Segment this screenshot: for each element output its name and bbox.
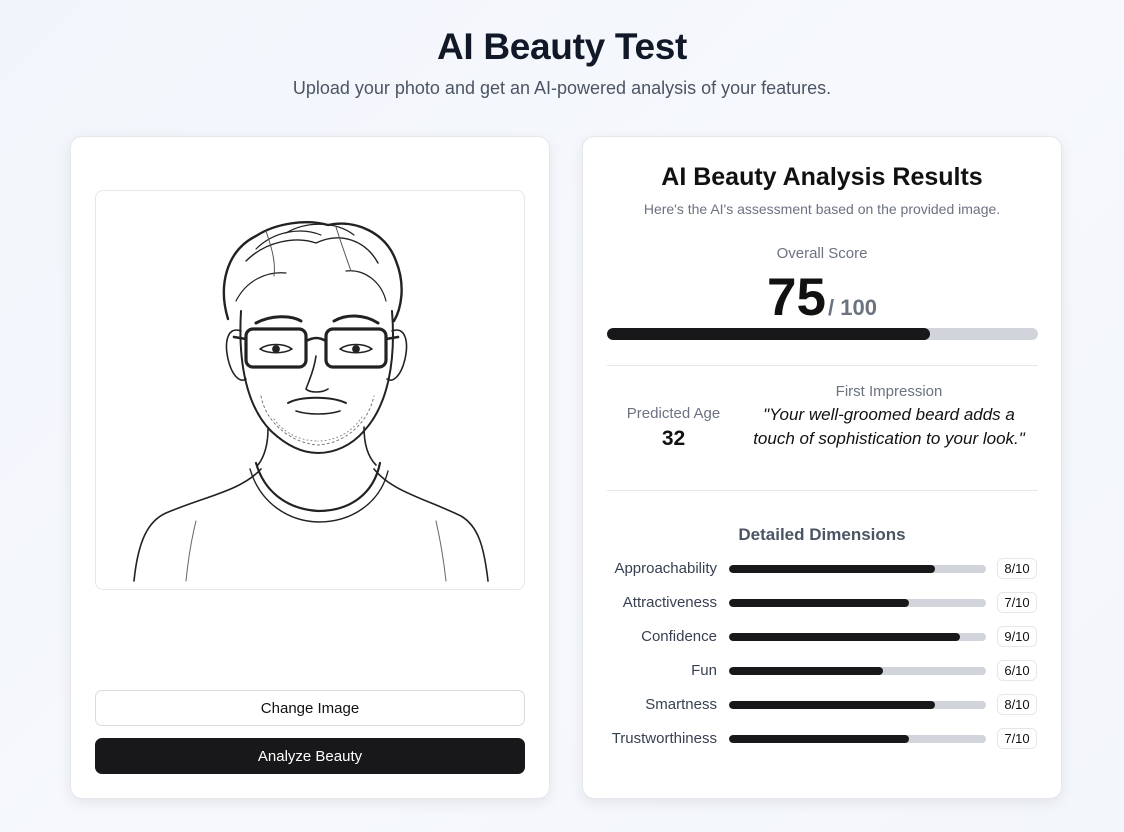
dimension-bar-fill [729, 667, 884, 675]
detailed-dimensions-title: Detailed Dimensions [738, 525, 906, 544]
upload-card: Change Image Analyze Beauty [70, 136, 550, 799]
predicted-age-label: Predicted Age [626, 405, 721, 422]
page-subtitle: Upload your photo and get an AI-powered … [292, 78, 832, 98]
overall-score-label: Overall Score [776, 245, 868, 262]
dimension-score-badge: 6/10 [997, 660, 1037, 681]
portrait-sketch-image [133, 221, 489, 582]
dimension-bar [729, 701, 986, 709]
dimension-bar-fill [729, 565, 935, 573]
dimension-label: Approachability [614, 560, 717, 577]
dimension-score-badge: 8/10 [997, 694, 1037, 715]
results-title: AI Beauty Analysis Results [661, 163, 983, 191]
dimension-score-badge: 7/10 [997, 728, 1037, 749]
overall-score-max: / 100 [828, 295, 877, 320]
dimension-score-badge: 8/10 [997, 558, 1037, 579]
overall-score-bar [607, 328, 1038, 340]
divider [607, 365, 1038, 366]
dimension-bar-fill [729, 701, 935, 709]
dimension-bar [729, 667, 986, 675]
dimension-row: Smartness 8/10 [583, 694, 1061, 716]
first-impression-label: First Impression [835, 383, 943, 400]
dimension-bar [729, 633, 986, 641]
results-subtitle: Here's the AI's assessment based on the … [643, 201, 1001, 217]
uploaded-photo [95, 190, 525, 590]
dimension-bar [729, 735, 986, 743]
overall-score-value: 75 [767, 268, 826, 327]
change-image-button[interactable]: Change Image [95, 690, 525, 726]
dimension-label: Attractiveness [622, 594, 717, 611]
analyze-beauty-button[interactable]: Analyze Beauty [95, 738, 525, 774]
dimension-bar-fill [729, 735, 909, 743]
dimension-row: Attractiveness 7/10 [583, 592, 1061, 614]
overall-score: 75/ 100 [583, 267, 1061, 328]
dimension-label: Confidence [641, 628, 717, 645]
dimension-score-badge: 9/10 [997, 626, 1037, 647]
results-card: AI Beauty Analysis Results Here's the AI… [582, 136, 1062, 799]
divider [607, 490, 1038, 491]
dimension-bar [729, 599, 986, 607]
page-title: AI Beauty Test [436, 26, 688, 67]
dimension-score-badge: 7/10 [997, 592, 1037, 613]
dimension-label: Trustworthiness [611, 730, 717, 747]
dimension-row: Confidence 9/10 [583, 626, 1061, 648]
dimension-bar-fill [729, 633, 961, 641]
first-impression-text: "Your well-groomed beard adds a touch of… [753, 405, 1025, 448]
dimension-row: Fun 6/10 [583, 660, 1061, 682]
dimension-label: Smartness [645, 696, 717, 713]
dimension-bar-fill [729, 599, 909, 607]
predicted-age-value: 32 [661, 427, 686, 450]
dimension-bar [729, 565, 986, 573]
dimension-row: Trustworthiness 7/10 [583, 728, 1061, 750]
dimension-row: Approachability 8/10 [583, 558, 1061, 580]
overall-score-bar-fill [607, 328, 931, 340]
dimension-label: Fun [691, 662, 717, 679]
